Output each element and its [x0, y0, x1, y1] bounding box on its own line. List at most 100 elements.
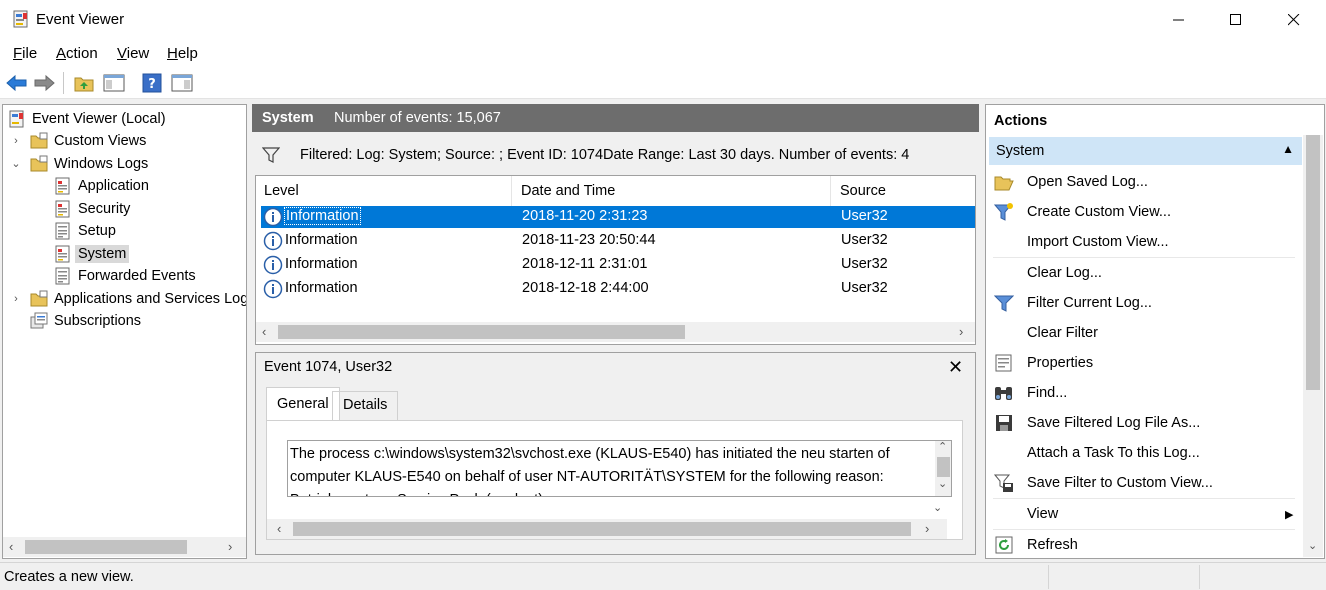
log-icon: [55, 222, 70, 240]
scroll-left-icon[interactable]: ‹: [262, 324, 266, 339]
scroll-left-icon[interactable]: ‹: [9, 539, 13, 554]
tree-horizontal-scrollbar[interactable]: ‹ ›: [3, 537, 246, 557]
collapse-chevron-icon[interactable]: ⌄: [11, 157, 21, 170]
menu-view-accel: V: [117, 45, 127, 62]
tree-item-custom-views-label: Custom Views: [54, 133, 147, 149]
show-hide-action-pane-button[interactable]: [170, 71, 194, 95]
action-clear-log[interactable]: Clear Log...: [993, 259, 1293, 287]
cell-source: User32: [841, 208, 888, 224]
action-save-filter-custom-view[interactable]: Save Filter to Custom View...: [993, 469, 1293, 497]
tree-item-root[interactable]: Event Viewer (Local): [8, 108, 166, 130]
scroll-up-icon[interactable]: ⌃: [938, 441, 947, 453]
message-vertical-scrollbar[interactable]: ⌃ ⌄: [935, 441, 951, 496]
scrollbar-thumb[interactable]: [25, 540, 187, 554]
scroll-right-icon[interactable]: ›: [228, 539, 232, 554]
scroll-down-icon[interactable]: ⌄: [938, 477, 947, 490]
menu-action-accel: A: [56, 45, 67, 62]
close-window-button[interactable]: [1265, 0, 1323, 40]
scroll-down-icon[interactable]: ⌄: [933, 501, 942, 514]
actions-pane: Actions System ▲ Open Saved Log... Creat…: [985, 104, 1325, 559]
tree-item-subscriptions[interactable]: Subscriptions: [30, 310, 141, 332]
tree-item-system-label: System: [75, 245, 130, 263]
tab-general[interactable]: General: [266, 387, 340, 421]
column-header-source[interactable]: Source: [832, 176, 975, 206]
action-create-custom-view[interactable]: Create Custom View...: [993, 198, 1293, 226]
event-list[interactable]: Level Date and Time ˆ Source Information…: [255, 175, 976, 345]
tree-item-forwarded-events[interactable]: Forwarded Events: [54, 265, 196, 287]
submenu-arrow-icon: ▶: [1285, 508, 1294, 521]
menu-file-accel: F: [13, 45, 23, 62]
action-attach-task[interactable]: Attach a Task To this Log...: [993, 439, 1293, 467]
menu-help-label: elp: [177, 45, 198, 62]
scroll-right-icon[interactable]: ›: [959, 324, 963, 339]
maximize-button[interactable]: [1207, 0, 1265, 40]
menu-action-label: ction: [66, 45, 98, 62]
action-properties[interactable]: Properties: [993, 349, 1293, 377]
information-icon: [263, 279, 283, 299]
event-list-horizontal-scrollbar[interactable]: ‹ ›: [256, 322, 975, 342]
menu-view[interactable]: View: [117, 45, 149, 62]
tree-item-forwarded-events-label: Forwarded Events: [78, 268, 196, 284]
filter-description: Filtered: Log: System; Source: ; Event I…: [300, 147, 910, 163]
scroll-down-icon[interactable]: ⌄: [1308, 539, 1317, 552]
table-row[interactable]: Information 2018-12-11 2:31:01 User32: [261, 254, 975, 276]
up-folder-button[interactable]: [72, 71, 96, 95]
action-clear-filter[interactable]: Clear Filter: [993, 319, 1293, 347]
tree-item-security-label: Security: [78, 201, 131, 217]
tree-item-security[interactable]: Security: [54, 198, 130, 220]
tree-item-subscriptions-label: Subscriptions: [54, 313, 142, 329]
tree-item-windows-logs-label: Windows Logs: [54, 156, 149, 172]
tree-item-root-label: Event Viewer (Local): [32, 111, 166, 127]
menu-action[interactable]: Action: [56, 45, 98, 62]
action-filter-current-log[interactable]: Filter Current Log...: [993, 289, 1293, 317]
tree-item-system[interactable]: System: [54, 243, 130, 265]
action-open-saved-log[interactable]: Open Saved Log...: [993, 168, 1293, 196]
menu-help[interactable]: Help: [167, 45, 198, 62]
actions-separator: [993, 529, 1295, 530]
tree-item-application[interactable]: Application: [54, 175, 149, 197]
tree-item-application-label: Application: [78, 178, 149, 194]
action-import-custom-view[interactable]: Import Custom View...: [993, 228, 1293, 256]
tree-item-windows-logs[interactable]: Windows Logs: [30, 153, 148, 175]
tree-item-setup[interactable]: Setup: [54, 220, 116, 242]
scroll-left-icon[interactable]: ‹: [277, 521, 281, 536]
action-view[interactable]: View ▶: [993, 500, 1293, 528]
console-tree[interactable]: Event Viewer (Local) › Custom Views ⌄ Wi…: [2, 104, 247, 559]
details-horizontal-scrollbar[interactable]: ‹ ›: [267, 519, 947, 539]
table-row[interactable]: Information 2018-11-23 20:50:44 User32: [261, 230, 975, 252]
scrollbar-thumb[interactable]: [1306, 135, 1320, 390]
toolbar: ?: [0, 67, 1326, 99]
action-find[interactable]: Find...: [993, 379, 1293, 407]
forward-button[interactable]: [32, 71, 56, 95]
scrollbar-thumb[interactable]: [293, 522, 911, 536]
scroll-right-icon[interactable]: ›: [925, 521, 929, 536]
log-icon: [55, 267, 70, 285]
help-button[interactable]: ?: [140, 71, 164, 95]
menu-file[interactable]: File: [13, 45, 37, 62]
open-folder-icon: [994, 176, 1014, 191]
actions-vertical-scrollbar[interactable]: ⌄: [1303, 135, 1323, 557]
expand-chevron-icon[interactable]: ›: [11, 293, 21, 305]
table-row[interactable]: Information 2018-11-20 2:31:23 User32: [261, 206, 975, 228]
action-refresh[interactable]: Refresh: [993, 531, 1293, 558]
close-details-icon[interactable]: ✕: [948, 357, 963, 378]
event-message-box[interactable]: The process c:\windows\system32\svchost.…: [287, 440, 952, 497]
column-header-date-time[interactable]: Date and Time ˆ: [513, 176, 831, 206]
scrollbar-thumb[interactable]: [278, 325, 685, 339]
help-icon: ?: [142, 73, 162, 93]
actions-section-system[interactable]: System ▲: [989, 137, 1302, 165]
collapse-up-icon[interactable]: ▲: [1282, 142, 1294, 156]
action-save-filtered-log[interactable]: Save Filtered Log File As...: [993, 409, 1293, 437]
show-hide-console-tree-button[interactable]: [102, 71, 126, 95]
scrollbar-thumb[interactable]: [937, 457, 950, 477]
cell-source: User32: [841, 280, 888, 296]
minimize-button[interactable]: [1150, 0, 1208, 40]
tab-details[interactable]: Details: [332, 391, 399, 421]
filter-icon: [262, 147, 280, 163]
tree-item-applications-services[interactable]: Applications and Services Logs: [30, 288, 246, 310]
table-row[interactable]: Information 2018-12-18 2:44:00 User32: [261, 278, 975, 300]
column-header-level[interactable]: Level: [256, 176, 512, 206]
tree-item-custom-views[interactable]: Custom Views: [30, 130, 146, 152]
back-button[interactable]: [5, 71, 29, 95]
expand-chevron-icon[interactable]: ›: [11, 135, 21, 147]
